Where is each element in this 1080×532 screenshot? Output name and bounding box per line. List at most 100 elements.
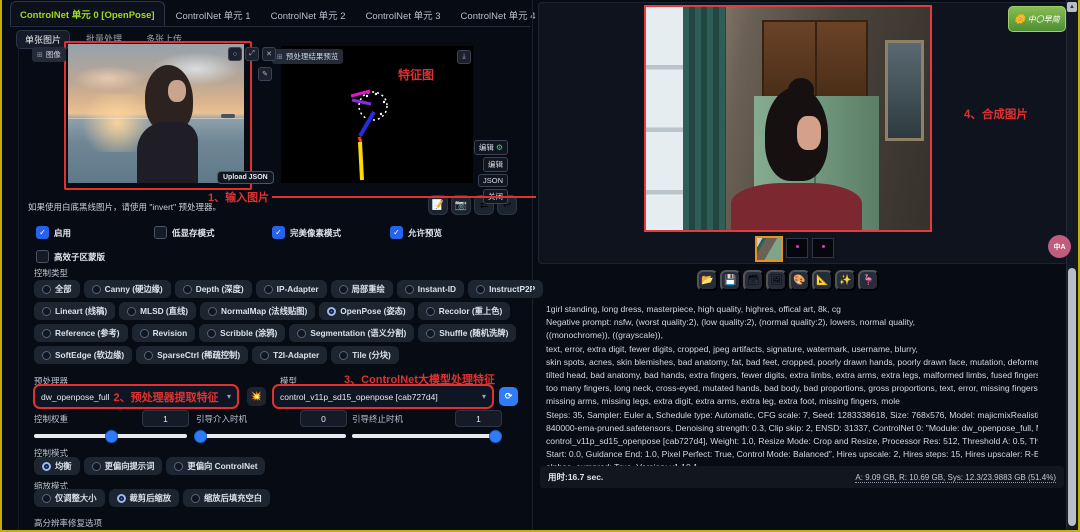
control-mode-2[interactable]: 更偏向 ControlNet xyxy=(166,457,265,475)
download-icon[interactable]: ⤓ xyxy=(457,50,471,64)
refresh-models-button[interactable]: ⟳ xyxy=(499,387,518,406)
thumbnail-pose-2[interactable] xyxy=(812,238,834,258)
guidance-start-slider[interactable] xyxy=(196,434,346,438)
run-preprocessor-button[interactable]: 💥 xyxy=(247,387,266,406)
clear-icon[interactable]: ✕ xyxy=(262,47,276,61)
new-canvas-button[interactable]: 📝 xyxy=(428,195,448,215)
control-mode-1[interactable]: 更偏向提示词 xyxy=(84,457,163,475)
control-type-0[interactable]: Lineart (线稿) xyxy=(34,302,115,320)
webcam-button[interactable]: 📷 xyxy=(451,195,471,215)
checkbox-1[interactable]: 低显存模式 xyxy=(154,226,272,239)
guidance-end-value[interactable]: 1 xyxy=(455,410,502,427)
guidance-start-value[interactable]: 0 xyxy=(300,410,347,427)
control-type-0[interactable]: SoftEdge (软边缘) xyxy=(34,346,132,364)
resize-mode-2[interactable]: 缩放后填充空白 xyxy=(183,489,270,507)
tab-controlnet-unit-1[interactable]: ControlNet 单元 1 xyxy=(167,3,260,26)
option-label: Recolor (重上色) xyxy=(439,305,503,317)
checkbox-icon xyxy=(36,250,49,263)
scrollbar-thumb[interactable] xyxy=(1068,268,1076,526)
send-upscale-button[interactable]: 🦩 xyxy=(858,270,879,291)
memory-usage: A: 9.09 GBR: 10.69 GBSys: 12.3/23.9883 G… xyxy=(855,473,1056,482)
save-zip-button[interactable]: 🗃 xyxy=(743,270,764,291)
tab-controlnet-unit-2[interactable]: ControlNet 单元 2 xyxy=(262,3,355,26)
option-label: Scribble (涂鸦) xyxy=(220,327,277,339)
control-type-0[interactable]: Reference (参考) xyxy=(34,324,128,342)
weight-value[interactable]: 1 xyxy=(142,410,189,427)
checkbox-2[interactable]: ✓完美像素模式 xyxy=(272,226,390,239)
channel-logo: 🌼 中〇早简 xyxy=(1008,6,1066,32)
thumbnail-selected[interactable] xyxy=(755,236,783,262)
preview-actions: 编辑 ⚙ 编辑 JSON 关闭 xyxy=(472,140,508,204)
control-type-1[interactable]: SparseCtrl (稀疏控制) xyxy=(136,346,248,364)
control-type-4[interactable]: Recolor (重上色) xyxy=(418,302,511,320)
option-label: 裁剪后缩放 xyxy=(130,492,172,504)
control-type-0[interactable]: 全部 xyxy=(34,280,80,298)
reset-icon[interactable]: ○ xyxy=(228,47,242,61)
translate-float-button[interactable]: 中A xyxy=(1048,235,1071,258)
control-type-1[interactable]: Revision xyxy=(132,324,196,342)
radio-icon xyxy=(183,285,192,294)
control-type-3[interactable]: OpenPose (姿态) xyxy=(319,302,413,320)
json-button[interactable]: JSON xyxy=(478,174,508,187)
slider-thumb[interactable] xyxy=(105,430,118,443)
control-type-2[interactable]: Scribble (涂鸦) xyxy=(199,324,285,342)
slider-thumb[interactable] xyxy=(489,430,502,443)
send-inpaint-button[interactable]: 📐 xyxy=(812,270,833,291)
control-type-3[interactable]: IP-Adapter xyxy=(256,280,327,298)
open-folder-button[interactable]: 📂 xyxy=(697,270,718,291)
generated-image[interactable] xyxy=(644,5,932,232)
thumbnail-pose-1[interactable] xyxy=(786,238,808,258)
tab-controlnet-unit-3[interactable]: ControlNet 单元 3 xyxy=(357,3,450,26)
option-label: 更偏向 ControlNet xyxy=(187,460,257,472)
status-bar: 用时:16.7 sec. A: 9.09 GBR: 10.69 GBSys: 1… xyxy=(540,466,1064,488)
edit-button[interactable]: 编辑 xyxy=(483,157,508,172)
tab-controlnet-unit-0[interactable]: ControlNet 单元 0 [OpenPose] xyxy=(10,1,165,26)
edit-pose-button[interactable]: 编辑 ⚙ xyxy=(474,140,508,155)
control-mode-0[interactable]: 均衡 xyxy=(34,457,80,475)
edit-pencil-icon[interactable]: ✎ xyxy=(258,67,272,81)
control-type-3[interactable]: Segmentation (语义分割) xyxy=(289,324,414,342)
resize-mode-1[interactable]: 裁剪后缩放 xyxy=(109,489,180,507)
control-type-5[interactable]: Instant-ID xyxy=(397,280,464,298)
control-type-2[interactable]: NormalMap (法线贴图) xyxy=(200,302,315,320)
guidance-end-slider[interactable] xyxy=(352,434,500,438)
upload-json-button[interactable]: Upload JSON xyxy=(217,171,274,184)
control-type-2[interactable]: Depth (深度) xyxy=(175,280,252,298)
input-image[interactable] xyxy=(68,44,244,183)
control-type-1[interactable]: MLSD (直线) xyxy=(119,302,196,320)
control-type-row-2: Reference (参考)Revision Scribble (涂鸦) Segme… xyxy=(34,324,512,342)
control-type-4[interactable]: Shuffle (随机洗牌) xyxy=(418,324,516,342)
send-extras-button[interactable]: 🖼 xyxy=(766,270,787,291)
expand-icon[interactable]: ⤢ xyxy=(245,47,259,61)
checkbox-icon: ✓ xyxy=(36,226,49,239)
weight-slider[interactable] xyxy=(34,434,187,438)
radio-icon xyxy=(191,494,200,503)
slider-thumb[interactable] xyxy=(194,430,207,443)
resize-mode-0[interactable]: 仅调整大小 xyxy=(34,489,105,507)
scroll-up-arrow[interactable]: ▲ xyxy=(1067,2,1077,12)
control-type-3[interactable]: Tile (分块) xyxy=(331,346,399,364)
generation-info-line-9: 840000-ema-pruned.safetensors, Denoising… xyxy=(546,422,1038,435)
preprocessor-dropdown[interactable]: dw_openpose_full 2、预处理器提取特征 ▾ xyxy=(33,384,239,409)
send-img2img-button[interactable]: 🎨 xyxy=(789,270,810,291)
checkbox-icon: ✓ xyxy=(390,226,403,239)
hires-fix-button[interactable]: ✨ xyxy=(835,270,856,291)
checkbox-3[interactable]: ✓允许预览 xyxy=(390,226,508,239)
radio-icon xyxy=(42,351,51,360)
checkbox-label: 启用 xyxy=(54,227,71,239)
control-type-4[interactable]: 局部重绘 xyxy=(331,280,393,298)
save-button[interactable]: 💾 xyxy=(720,270,741,291)
control-type-1[interactable]: Canny (硬边缘) xyxy=(84,280,171,298)
tab-controlnet-unit-4[interactable]: ControlNet 单元 4 xyxy=(452,3,545,26)
checkbox-label: 完美像素模式 xyxy=(290,227,341,239)
checkbox-0[interactable]: ✓ 启用 xyxy=(36,226,154,239)
model-dropdown[interactable]: control_v11p_sd15_openpose [cab727d4] ▾ xyxy=(272,384,494,409)
option-label: 全部 xyxy=(55,283,72,295)
preprocessor-preview[interactable] xyxy=(281,46,473,183)
radio-icon xyxy=(476,285,485,294)
annotation-input-image: 1、输入图片 xyxy=(208,189,269,205)
control-type-2[interactable]: T2I-Adapter xyxy=(252,346,327,364)
option-label: 仅调整大小 xyxy=(55,492,97,504)
feature-map-annotation: 特征图 xyxy=(398,66,434,83)
checkbox-mask-region[interactable]: 高效子区蒙版 xyxy=(36,250,105,263)
